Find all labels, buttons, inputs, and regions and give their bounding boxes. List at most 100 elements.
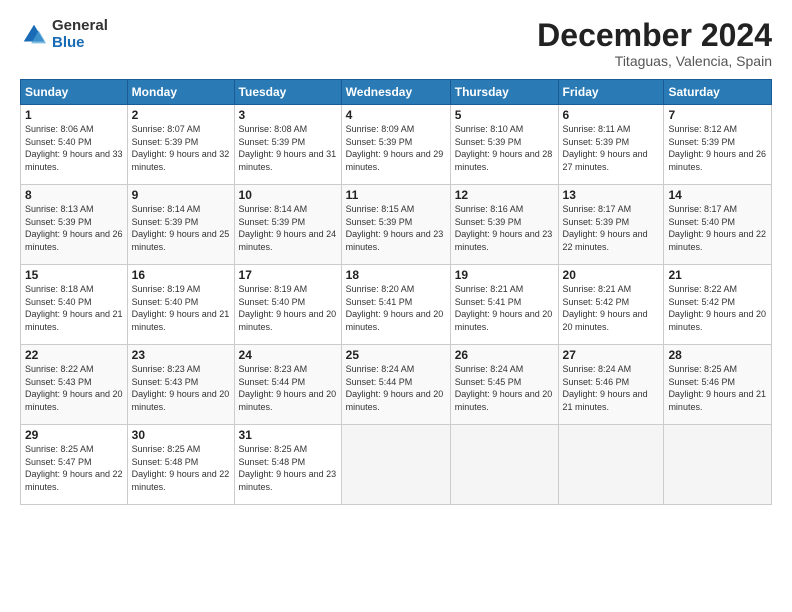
col-header-tuesday: Tuesday <box>234 80 341 105</box>
day-info: Sunrise: 8:25 AM Sunset: 5:48 PM Dayligh… <box>132 443 230 493</box>
calendar-cell: 30 Sunrise: 8:25 AM Sunset: 5:48 PM Dayl… <box>127 425 234 505</box>
day-number: 15 <box>25 268 123 282</box>
logo-text: General Blue <box>52 18 108 51</box>
day-info: Sunrise: 8:21 AM Sunset: 5:42 PM Dayligh… <box>563 283 660 333</box>
calendar-cell <box>664 425 772 505</box>
calendar-cell: 16 Sunrise: 8:19 AM Sunset: 5:40 PM Dayl… <box>127 265 234 345</box>
day-number: 19 <box>455 268 554 282</box>
calendar-row-4: 22 Sunrise: 8:22 AM Sunset: 5:43 PM Dayl… <box>21 345 772 425</box>
day-number: 10 <box>239 188 337 202</box>
calendar-cell: 17 Sunrise: 8:19 AM Sunset: 5:40 PM Dayl… <box>234 265 341 345</box>
calendar-cell: 23 Sunrise: 8:23 AM Sunset: 5:43 PM Dayl… <box>127 345 234 425</box>
calendar-cell: 14 Sunrise: 8:17 AM Sunset: 5:40 PM Dayl… <box>664 185 772 265</box>
page: General Blue December 2024 Titaguas, Val… <box>0 0 792 612</box>
day-number: 12 <box>455 188 554 202</box>
location: Titaguas, Valencia, Spain <box>537 53 772 69</box>
calendar-cell: 31 Sunrise: 8:25 AM Sunset: 5:48 PM Dayl… <box>234 425 341 505</box>
day-number: 1 <box>25 108 123 122</box>
day-info: Sunrise: 8:08 AM Sunset: 5:39 PM Dayligh… <box>239 123 337 173</box>
col-header-friday: Friday <box>558 80 664 105</box>
calendar-cell: 27 Sunrise: 8:24 AM Sunset: 5:46 PM Dayl… <box>558 345 664 425</box>
calendar-row-5: 29 Sunrise: 8:25 AM Sunset: 5:47 PM Dayl… <box>21 425 772 505</box>
day-info: Sunrise: 8:13 AM Sunset: 5:39 PM Dayligh… <box>25 203 123 253</box>
day-info: Sunrise: 8:17 AM Sunset: 5:40 PM Dayligh… <box>668 203 767 253</box>
col-header-saturday: Saturday <box>664 80 772 105</box>
day-number: 27 <box>563 348 660 362</box>
calendar-cell: 20 Sunrise: 8:21 AM Sunset: 5:42 PM Dayl… <box>558 265 664 345</box>
col-header-sunday: Sunday <box>21 80 128 105</box>
calendar-row-3: 15 Sunrise: 8:18 AM Sunset: 5:40 PM Dayl… <box>21 265 772 345</box>
calendar-cell: 15 Sunrise: 8:18 AM Sunset: 5:40 PM Dayl… <box>21 265 128 345</box>
calendar-cell: 13 Sunrise: 8:17 AM Sunset: 5:39 PM Dayl… <box>558 185 664 265</box>
day-number: 9 <box>132 188 230 202</box>
day-number: 3 <box>239 108 337 122</box>
day-number: 2 <box>132 108 230 122</box>
title-block: December 2024 Titaguas, Valencia, Spain <box>537 18 772 69</box>
day-info: Sunrise: 8:25 AM Sunset: 5:47 PM Dayligh… <box>25 443 123 493</box>
day-number: 11 <box>346 188 446 202</box>
day-info: Sunrise: 8:22 AM Sunset: 5:42 PM Dayligh… <box>668 283 767 333</box>
day-info: Sunrise: 8:07 AM Sunset: 5:39 PM Dayligh… <box>132 123 230 173</box>
calendar-cell: 25 Sunrise: 8:24 AM Sunset: 5:44 PM Dayl… <box>341 345 450 425</box>
day-number: 22 <box>25 348 123 362</box>
calendar-cell <box>558 425 664 505</box>
calendar-cell <box>341 425 450 505</box>
day-number: 13 <box>563 188 660 202</box>
day-info: Sunrise: 8:24 AM Sunset: 5:44 PM Dayligh… <box>346 363 446 413</box>
calendar-row-1: 1 Sunrise: 8:06 AM Sunset: 5:40 PM Dayli… <box>21 105 772 185</box>
day-number: 14 <box>668 188 767 202</box>
day-info: Sunrise: 8:21 AM Sunset: 5:41 PM Dayligh… <box>455 283 554 333</box>
day-info: Sunrise: 8:22 AM Sunset: 5:43 PM Dayligh… <box>25 363 123 413</box>
day-number: 21 <box>668 268 767 282</box>
day-info: Sunrise: 8:14 AM Sunset: 5:39 PM Dayligh… <box>239 203 337 253</box>
day-number: 26 <box>455 348 554 362</box>
calendar-cell: 19 Sunrise: 8:21 AM Sunset: 5:41 PM Dayl… <box>450 265 558 345</box>
logo-icon <box>20 21 48 49</box>
calendar-cell: 28 Sunrise: 8:25 AM Sunset: 5:46 PM Dayl… <box>664 345 772 425</box>
header: General Blue December 2024 Titaguas, Val… <box>20 18 772 69</box>
day-info: Sunrise: 8:09 AM Sunset: 5:39 PM Dayligh… <box>346 123 446 173</box>
day-info: Sunrise: 8:12 AM Sunset: 5:39 PM Dayligh… <box>668 123 767 173</box>
calendar-cell: 3 Sunrise: 8:08 AM Sunset: 5:39 PM Dayli… <box>234 105 341 185</box>
calendar-cell: 9 Sunrise: 8:14 AM Sunset: 5:39 PM Dayli… <box>127 185 234 265</box>
calendar-cell: 29 Sunrise: 8:25 AM Sunset: 5:47 PM Dayl… <box>21 425 128 505</box>
day-number: 24 <box>239 348 337 362</box>
calendar-cell: 5 Sunrise: 8:10 AM Sunset: 5:39 PM Dayli… <box>450 105 558 185</box>
calendar-cell: 1 Sunrise: 8:06 AM Sunset: 5:40 PM Dayli… <box>21 105 128 185</box>
day-info: Sunrise: 8:14 AM Sunset: 5:39 PM Dayligh… <box>132 203 230 253</box>
calendar-cell: 10 Sunrise: 8:14 AM Sunset: 5:39 PM Dayl… <box>234 185 341 265</box>
calendar-cell <box>450 425 558 505</box>
day-number: 30 <box>132 428 230 442</box>
calendar-cell: 22 Sunrise: 8:22 AM Sunset: 5:43 PM Dayl… <box>21 345 128 425</box>
day-number: 16 <box>132 268 230 282</box>
calendar-cell: 4 Sunrise: 8:09 AM Sunset: 5:39 PM Dayli… <box>341 105 450 185</box>
calendar-cell: 11 Sunrise: 8:15 AM Sunset: 5:39 PM Dayl… <box>341 185 450 265</box>
calendar-cell: 12 Sunrise: 8:16 AM Sunset: 5:39 PM Dayl… <box>450 185 558 265</box>
day-info: Sunrise: 8:06 AM Sunset: 5:40 PM Dayligh… <box>25 123 123 173</box>
day-info: Sunrise: 8:15 AM Sunset: 5:39 PM Dayligh… <box>346 203 446 253</box>
logo-general: General <box>52 18 108 35</box>
calendar-cell: 21 Sunrise: 8:22 AM Sunset: 5:42 PM Dayl… <box>664 265 772 345</box>
day-info: Sunrise: 8:19 AM Sunset: 5:40 PM Dayligh… <box>239 283 337 333</box>
day-info: Sunrise: 8:18 AM Sunset: 5:40 PM Dayligh… <box>25 283 123 333</box>
day-info: Sunrise: 8:25 AM Sunset: 5:48 PM Dayligh… <box>239 443 337 493</box>
calendar: SundayMondayTuesdayWednesdayThursdayFrid… <box>20 79 772 505</box>
day-info: Sunrise: 8:24 AM Sunset: 5:46 PM Dayligh… <box>563 363 660 413</box>
day-info: Sunrise: 8:17 AM Sunset: 5:39 PM Dayligh… <box>563 203 660 253</box>
day-number: 6 <box>563 108 660 122</box>
day-number: 17 <box>239 268 337 282</box>
day-info: Sunrise: 8:25 AM Sunset: 5:46 PM Dayligh… <box>668 363 767 413</box>
calendar-cell: 8 Sunrise: 8:13 AM Sunset: 5:39 PM Dayli… <box>21 185 128 265</box>
day-number: 25 <box>346 348 446 362</box>
day-info: Sunrise: 8:19 AM Sunset: 5:40 PM Dayligh… <box>132 283 230 333</box>
calendar-cell: 18 Sunrise: 8:20 AM Sunset: 5:41 PM Dayl… <box>341 265 450 345</box>
calendar-row-2: 8 Sunrise: 8:13 AM Sunset: 5:39 PM Dayli… <box>21 185 772 265</box>
calendar-header-row: SundayMondayTuesdayWednesdayThursdayFrid… <box>21 80 772 105</box>
day-number: 8 <box>25 188 123 202</box>
day-info: Sunrise: 8:23 AM Sunset: 5:44 PM Dayligh… <box>239 363 337 413</box>
calendar-cell: 7 Sunrise: 8:12 AM Sunset: 5:39 PM Dayli… <box>664 105 772 185</box>
day-number: 23 <box>132 348 230 362</box>
day-number: 5 <box>455 108 554 122</box>
day-number: 28 <box>668 348 767 362</box>
day-info: Sunrise: 8:11 AM Sunset: 5:39 PM Dayligh… <box>563 123 660 173</box>
